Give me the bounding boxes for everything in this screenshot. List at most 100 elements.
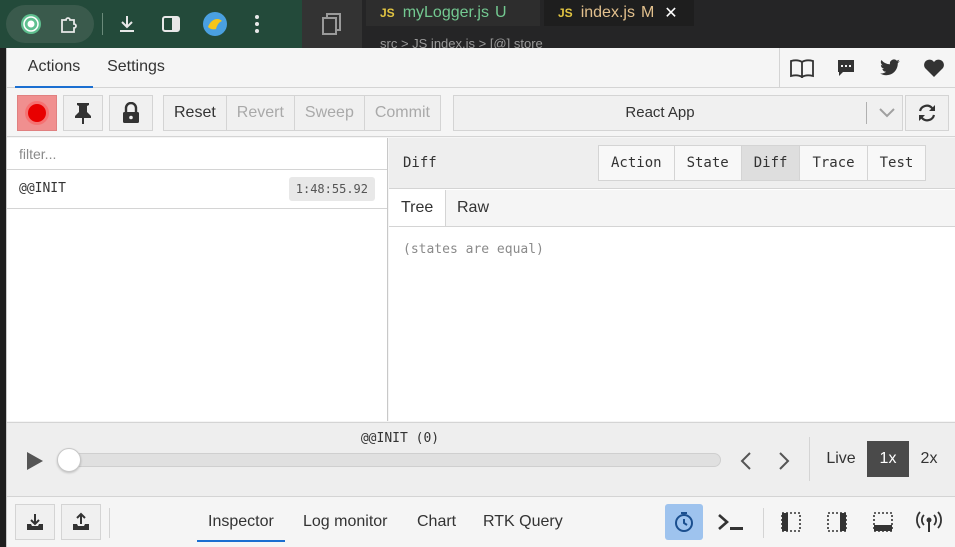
tab-rtk-query[interactable]: RTK Query [472, 498, 574, 542]
dock-right-button[interactable] [817, 504, 857, 540]
export-button[interactable] [61, 504, 101, 540]
record-button[interactable] [17, 95, 57, 131]
close-icon[interactable]: ✕ [664, 3, 677, 23]
tab-status-flag: U [494, 4, 507, 21]
console-button[interactable] [711, 504, 751, 540]
action-name: @@INIT [19, 181, 66, 196]
terminal-icon [718, 514, 743, 530]
timeline-track[interactable] [59, 453, 721, 467]
editor-tab-strip: JS myLogger.js U JS index.js M ✕ src > J… [302, 0, 955, 51]
inspector-header: Diff Action State Diff Trace Test [389, 138, 955, 189]
commit-button[interactable]: Commit [365, 96, 440, 130]
side-panel-icon[interactable] [155, 8, 187, 40]
import-button[interactable] [15, 504, 55, 540]
tab-tree[interactable]: Tree [389, 190, 447, 226]
inspector-pane: Diff Action State Diff Trace Test Tree R… [389, 138, 955, 421]
tab-state[interactable]: State [675, 146, 742, 180]
tab-log-monitor[interactable]: Log monitor [292, 498, 399, 542]
instance-select[interactable]: React App [453, 95, 903, 131]
top-tab-bar: Actions Settings [7, 48, 955, 88]
js-file-icon: JS [558, 6, 573, 20]
tab-filename: index.js [580, 4, 635, 21]
lock-icon [123, 102, 139, 123]
dock-left-button[interactable] [771, 504, 811, 540]
chevron-right-icon [779, 452, 790, 470]
tab-trace[interactable]: Trace [800, 146, 868, 180]
tab-settings[interactable]: Settings [103, 48, 169, 88]
next-button[interactable] [772, 449, 796, 473]
browser-toolbar [0, 0, 302, 48]
play-icon [27, 452, 43, 470]
import-icon [27, 514, 43, 530]
tab-test[interactable]: Test [868, 146, 926, 180]
timer-icon [675, 512, 693, 532]
speed-2x-button[interactable]: 2x [911, 441, 947, 477]
reset-button[interactable]: Reset [164, 96, 227, 130]
instance-label: React App [625, 104, 695, 121]
tab-action[interactable]: Action [599, 146, 675, 180]
tab-inspector[interactable]: Inspector [197, 498, 285, 542]
sweep-button[interactable]: Sweep [295, 96, 365, 130]
pin-button[interactable] [63, 95, 103, 131]
chevron-left-icon [740, 452, 751, 470]
explorer-icon[interactable] [302, 0, 362, 48]
sync-button[interactable] [905, 95, 949, 131]
revert-button[interactable]: Revert [227, 96, 295, 130]
speed-live-button[interactable]: Live [817, 441, 865, 477]
dock-left-icon [781, 512, 801, 532]
divider [809, 437, 810, 481]
filter-input[interactable] [7, 138, 387, 170]
previous-button[interactable] [734, 449, 758, 473]
list-item[interactable]: @@INIT 1:48:55.92 [7, 170, 387, 209]
tab-actions[interactable]: Actions [15, 48, 93, 88]
top-icon-group [779, 48, 955, 88]
js-file-icon: JS [380, 6, 395, 20]
dispatcher-button[interactable] [665, 504, 703, 540]
divider [109, 508, 110, 538]
book-icon[interactable] [780, 48, 824, 88]
tab-chart[interactable]: Chart [406, 498, 467, 542]
timeline-knob[interactable] [57, 448, 81, 472]
divider [763, 508, 764, 538]
divider [866, 102, 867, 124]
speed-1x-button[interactable]: 1x [867, 441, 909, 477]
inspector-title: Diff [403, 155, 437, 171]
tab-status-flag: M [640, 4, 655, 21]
export-icon [73, 512, 89, 530]
chat-icon[interactable] [824, 48, 868, 88]
tab-filename: myLogger.js [402, 4, 489, 21]
profile-avatar-icon[interactable] [199, 8, 231, 40]
history-button-group: Reset Revert Sweep Commit [163, 95, 441, 131]
action-timestamp: 1:48:55.92 [288, 177, 375, 201]
lock-button[interactable] [109, 95, 153, 131]
twitter-icon[interactable] [868, 48, 912, 88]
dock-bottom-button[interactable] [863, 504, 903, 540]
editor-tab-mylogger[interactable]: JS myLogger.js U [366, 0, 540, 26]
play-button[interactable] [23, 449, 47, 473]
puzzle-icon[interactable] [53, 8, 85, 40]
screen: JS myLogger.js U JS index.js M ✕ src > J… [0, 0, 955, 547]
tab-raw[interactable]: Raw [445, 190, 501, 226]
chevron-down-icon [872, 96, 902, 130]
editor-tab-index[interactable]: JS index.js M ✕ [544, 0, 694, 26]
pin-icon [75, 103, 91, 124]
action-list-pane: @@INIT 1:48:55.92 [7, 138, 388, 421]
menu-dots-icon[interactable] [241, 8, 273, 40]
download-icon[interactable] [111, 8, 143, 40]
remote-button[interactable] [909, 504, 949, 540]
diff-message: (states are equal) [403, 242, 544, 257]
sync-icon [918, 104, 936, 122]
action-toolbar: Reset Revert Sweep Commit React App [7, 89, 955, 137]
tab-diff[interactable]: Diff [741, 146, 801, 180]
timeline-slider-bar: @@INIT (0) Live 1x 2x [7, 422, 955, 497]
target-extension-icon[interactable] [15, 8, 47, 40]
inspector-mode-tabs: Action State Diff Trace Test [598, 145, 927, 181]
footer-bar: Inspector Log monitor Chart RTK Query [7, 498, 955, 547]
view-tabs: Tree Raw [389, 190, 955, 227]
heart-icon[interactable] [912, 48, 955, 88]
toolbar-divider [102, 13, 103, 35]
slider-label: @@INIT (0) [360, 431, 440, 446]
devtools-panel: Actions Settings Reset Revert Sweep Comm… [6, 48, 955, 547]
dock-bottom-icon [873, 512, 893, 532]
dock-right-icon [827, 512, 847, 532]
